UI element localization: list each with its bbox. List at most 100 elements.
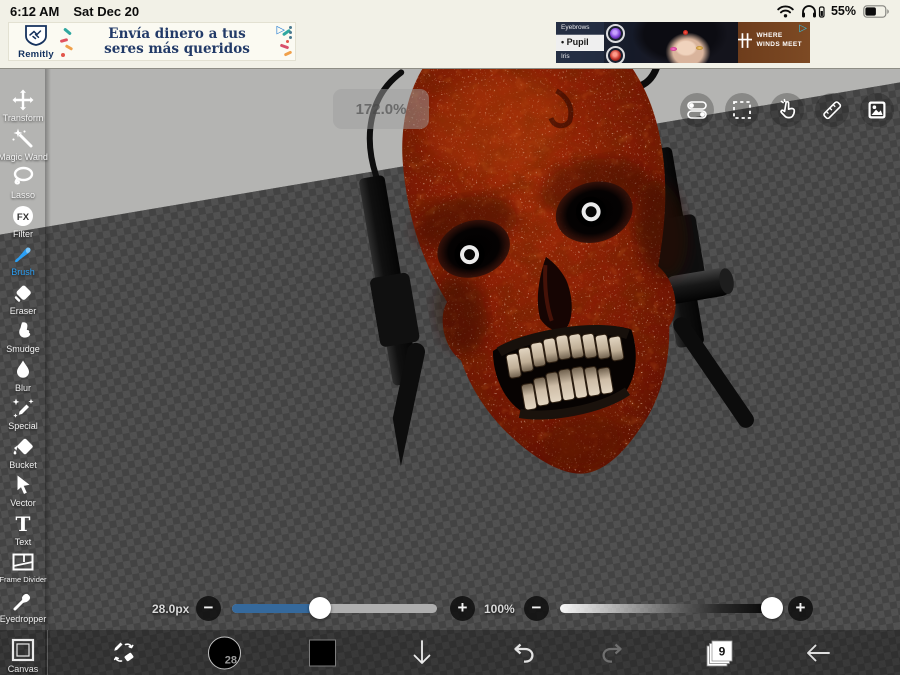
game-ad-menu: Eyebrows • Pupil Iris xyxy=(556,22,604,63)
tool-label: Frame Divider xyxy=(0,575,47,584)
tool-item-special[interactable]: Special xyxy=(0,396,46,435)
tool-item-vector[interactable]: Vector xyxy=(0,473,46,512)
tool-label: Bucket xyxy=(9,459,37,470)
brush-size-slider-thumb[interactable] xyxy=(309,597,332,619)
vector-cursor-icon xyxy=(17,475,30,494)
tool-label: Text xyxy=(14,536,32,547)
tool-label: Transform xyxy=(2,113,44,123)
material-button[interactable] xyxy=(860,93,894,127)
svg-text:FX: FX xyxy=(17,212,30,223)
adchoices-icon[interactable]: ▷ xyxy=(277,25,285,36)
brush-size-plus-button[interactable]: + xyxy=(450,596,475,621)
status-bar: 6:12 AM Sat Dec 20 55% xyxy=(0,0,900,22)
brush-size-slider[interactable] xyxy=(232,597,437,619)
eye-option-red[interactable] xyxy=(606,46,625,63)
toggles-icon xyxy=(687,101,707,119)
down-arrow-icon xyxy=(413,639,431,664)
game-menu-item-selected[interactable]: • Pupil xyxy=(556,35,604,51)
status-time: 6:12 AM xyxy=(10,3,60,19)
layers-icon: 9 xyxy=(706,640,733,666)
tool-label: Filter xyxy=(13,228,33,239)
ruler-icon xyxy=(823,101,842,120)
brush-preview-button[interactable]: 28 xyxy=(208,636,241,669)
adchoices-icon[interactable]: ▷ xyxy=(799,24,807,34)
tool-label: Eraser xyxy=(9,305,37,316)
opacity-slider[interactable] xyxy=(560,597,783,619)
game-menu-item[interactable]: Eyebrows xyxy=(556,22,604,35)
canvas-sheet[interactable] xyxy=(0,69,900,675)
tool-item-bucket[interactable]: Bucket xyxy=(0,435,46,474)
brush-size-slider-fill xyxy=(232,604,321,613)
tool-item-frame-divider[interactable]: Frame Divider xyxy=(0,550,47,589)
game-ad-face xyxy=(628,22,738,63)
tool-item-canvas[interactable]: Canvas xyxy=(0,637,46,674)
brush-size-value: 28.0px xyxy=(152,602,190,616)
game-ad-logo: 卄 WHERE WINDS MEET xyxy=(737,32,802,50)
bottom-bar-divider xyxy=(47,630,48,675)
tool-label: Blur xyxy=(14,382,31,393)
opacity-slider-thumb[interactable] xyxy=(761,597,783,619)
tool-label: Smudge xyxy=(6,344,40,354)
select-button[interactable] xyxy=(725,93,759,127)
opacity-value: 100% xyxy=(484,602,515,616)
app-window: 6:12 AM Sat Dec 20 55% Remitly Envía din… xyxy=(0,0,900,675)
lasso-icon xyxy=(13,166,34,185)
ad-headline: Envía dinero a tus seres más queridos xyxy=(104,26,250,57)
undo-icon xyxy=(514,643,534,663)
current-color-swatch xyxy=(309,639,336,666)
opacity-plus-button[interactable]: + xyxy=(788,596,813,621)
remitly-logo: Remitly xyxy=(13,24,59,60)
back-button[interactable] xyxy=(803,641,833,665)
color-swatch-button[interactable] xyxy=(309,639,336,666)
ad-kebab-menu-icon[interactable] xyxy=(289,25,292,40)
bottom-toolbar: 28 9 Canvas xyxy=(0,630,900,675)
battery-icon xyxy=(863,4,890,18)
tool-item-filter[interactable]: FX Filter xyxy=(0,204,46,243)
paint-bucket-icon xyxy=(13,438,33,454)
tool-item-transform[interactable]: Transform xyxy=(0,88,46,127)
gesture-hand-icon xyxy=(780,98,796,119)
confetti-left xyxy=(59,26,75,57)
tool-label: Magic Wand xyxy=(0,151,48,162)
game-ad[interactable]: Eyebrows • Pupil Iris 卄 WHERE WINDS MEET… xyxy=(556,22,810,63)
tool-item-magic-wand[interactable]: Magic Wand xyxy=(0,127,48,166)
tool-sidebar: Transform Magic Wand Lasso FX Filter Bru… xyxy=(0,69,48,627)
remitly-wordmark: Remitly xyxy=(18,48,54,60)
layer-count: 9 xyxy=(719,644,726,658)
tool-item-lasso[interactable]: Lasso xyxy=(0,165,46,204)
back-arrow-icon xyxy=(807,644,830,661)
layers-button[interactable]: 9 xyxy=(702,637,736,669)
eye-option-purple[interactable] xyxy=(606,24,625,43)
tool-item-blur[interactable]: Blur xyxy=(0,358,46,397)
undo-button[interactable] xyxy=(508,640,538,666)
pen-eraser-swap-icon xyxy=(113,642,134,662)
text-icon: T xyxy=(16,512,31,536)
swap-tool-button[interactable] xyxy=(108,637,140,669)
slider-row: 28.0px − + 100% − + xyxy=(0,594,900,628)
frame-divider-icon xyxy=(12,553,34,571)
ruler-button[interactable] xyxy=(815,93,849,127)
remitly-ad[interactable]: Remitly Envía dinero a tus seres más que… xyxy=(8,22,296,61)
quick-settings-button[interactable] xyxy=(680,93,714,127)
status-date: Sat Dec 20 xyxy=(73,3,140,19)
image-icon xyxy=(868,101,886,119)
tool-label: Special xyxy=(8,421,38,431)
tool-item-brush[interactable]: Brush xyxy=(0,242,46,281)
hud-buttons xyxy=(669,93,894,127)
skull-artwork xyxy=(359,69,754,495)
redo-button[interactable] xyxy=(598,640,628,666)
tool-item-eraser[interactable]: Eraser xyxy=(0,281,46,320)
zoom-indicator: 172.0% xyxy=(333,89,429,129)
game-menu-item[interactable]: Iris xyxy=(556,51,604,63)
redo-icon xyxy=(602,643,622,663)
gesture-button[interactable] xyxy=(770,93,804,127)
move-arrows-icon xyxy=(12,89,34,111)
opacity-minus-button[interactable]: − xyxy=(524,596,549,621)
tool-item-text[interactable]: T Text xyxy=(0,512,46,551)
ad-strip: Remitly Envía dinero a tus seres más que… xyxy=(0,22,900,68)
headphones-icon xyxy=(801,4,825,18)
pull-down-button[interactable] xyxy=(408,638,436,668)
tool-label: Canvas xyxy=(7,664,39,674)
brush-size-minus-button[interactable]: − xyxy=(196,596,221,621)
tool-item-smudge[interactable]: Smudge xyxy=(0,319,46,358)
